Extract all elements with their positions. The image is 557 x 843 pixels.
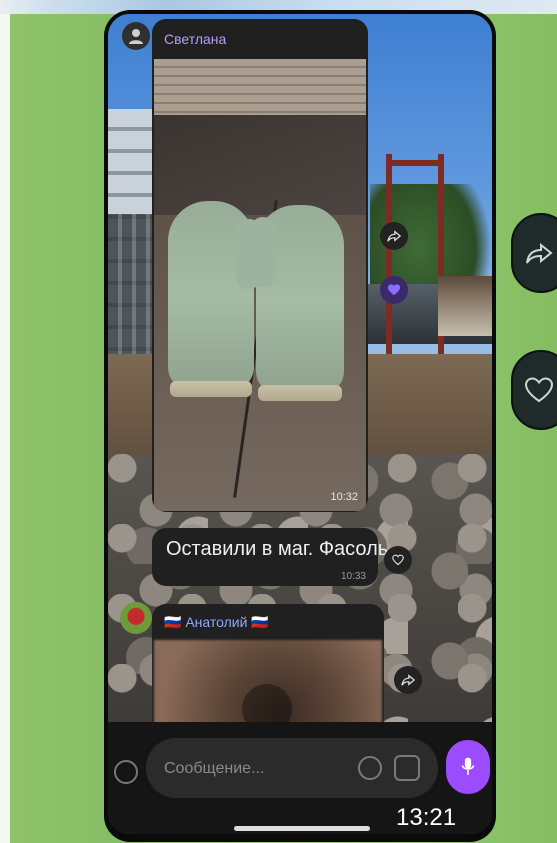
user-icon xyxy=(129,29,143,44)
mitten-thumb-right xyxy=(250,217,276,287)
message-photo[interactable]: 10:32 xyxy=(154,59,366,511)
photo-wall xyxy=(154,59,366,115)
forward-button[interactable] xyxy=(394,666,422,694)
message-input[interactable] xyxy=(162,752,356,786)
text-message[interactable]: Оставили в маг. Фасоль 10:33 xyxy=(152,528,388,586)
reaction-button[interactable] xyxy=(384,546,412,574)
phone-frame: Светлана 10:32 Оставили в маг. Фасоль 10… xyxy=(104,10,496,842)
message-time: 10:33 xyxy=(340,571,366,582)
bg-tower-left xyxy=(386,154,392,354)
avatar[interactable] xyxy=(120,602,152,634)
bg-house xyxy=(438,276,492,336)
photo-message[interactable]: Светлана 10:32 xyxy=(152,19,368,512)
message-input-container xyxy=(146,738,438,798)
mic-button[interactable] xyxy=(446,740,490,794)
share-icon xyxy=(526,242,553,264)
message-text: Оставили в маг. Фасоль xyxy=(166,538,389,560)
chat-screen: Светлана 10:32 Оставили в маг. Фасоль 10… xyxy=(108,14,492,834)
left-edge xyxy=(0,14,10,843)
avatar[interactable] xyxy=(122,22,150,50)
photo-shelf xyxy=(154,115,366,215)
heart-icon xyxy=(524,377,554,403)
mitten-cuff-left xyxy=(170,381,252,397)
mitten-cuff-right xyxy=(258,385,342,401)
sender-name[interactable]: 🇷🇺 Анатолий 🇷🇺 xyxy=(164,614,269,631)
bg-building-shadow xyxy=(108,214,156,374)
sender-name[interactable]: Светлана xyxy=(164,31,226,47)
microphone-icon xyxy=(461,757,475,775)
message-time: 10:32 xyxy=(330,491,358,503)
like-button[interactable] xyxy=(511,350,557,430)
composer-bar: 13:21 xyxy=(108,722,492,834)
heart-icon xyxy=(387,284,401,296)
reaction-button[interactable] xyxy=(380,276,408,304)
attach-icon[interactable] xyxy=(114,760,138,784)
sticker-icon[interactable] xyxy=(394,755,420,781)
message-header: Светлана xyxy=(152,19,368,59)
heart-icon xyxy=(392,554,404,566)
forward-button[interactable] xyxy=(380,222,408,250)
emoji-icon[interactable] xyxy=(358,756,382,780)
status-clock: 13:21 xyxy=(396,804,457,831)
share-button[interactable] xyxy=(511,213,557,293)
bg-tower-bar xyxy=(386,160,444,166)
share-icon xyxy=(387,230,401,242)
home-indicator[interactable] xyxy=(234,826,370,831)
share-icon xyxy=(401,674,415,686)
